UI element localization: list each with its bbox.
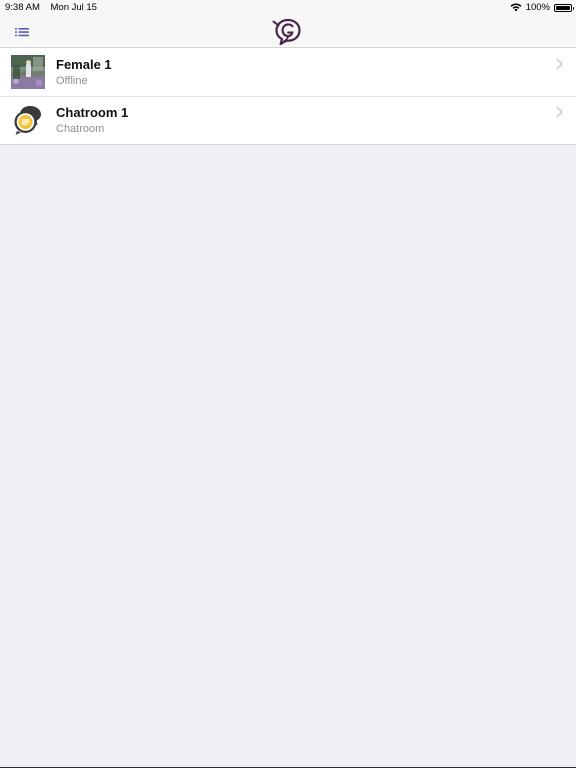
navigation-bar: [0, 16, 576, 48]
wifi-icon: [510, 3, 522, 12]
photo-avatar: [11, 55, 45, 89]
chevron-right-icon: [556, 106, 563, 118]
row-title: Female 1: [56, 57, 112, 72]
status-time: 9:38 AM: [5, 2, 40, 13]
photo-avatar-image: [11, 55, 45, 89]
conversation-list: Female 1 Offline Chatroom 1 Chatroom: [0, 48, 576, 145]
status-bar: 9:38 AM Mon Jul 15 100%: [0, 0, 576, 16]
chatroom-bubbles-icon: [11, 103, 45, 137]
list-item-chatroom-1[interactable]: Chatroom 1 Chatroom: [0, 96, 576, 144]
status-date: Mon Jul 15: [50, 2, 97, 13]
list-icon: [15, 28, 29, 37]
app-logo: [272, 17, 304, 47]
chevron-right-icon: [556, 58, 563, 70]
row-subtitle: Offline: [56, 75, 88, 87]
app-screen: 9:38 AM Mon Jul 15 100% Female 1 Offline…: [0, 0, 576, 768]
chat-bubble-g-logo: [272, 18, 301, 46]
status-left: 9:38 AM Mon Jul 15: [5, 2, 97, 13]
status-right: 100%: [510, 2, 574, 13]
battery-icon: [554, 3, 574, 12]
row-title: Chatroom 1: [56, 105, 129, 120]
menu-button[interactable]: [12, 23, 34, 41]
battery-level: [556, 5, 570, 10]
row-subtitle: Chatroom: [56, 123, 105, 135]
chatroom-avatar-image: [14, 106, 41, 135]
battery-percent: 100%: [525, 2, 550, 13]
list-item-female-1[interactable]: Female 1 Offline: [0, 48, 576, 96]
